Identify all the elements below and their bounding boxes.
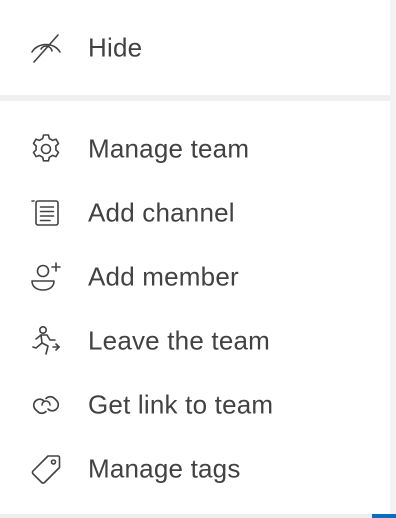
menu-item-get-link[interactable]: Get link to team — [0, 377, 390, 433]
menu-item-label: Add channel — [88, 197, 235, 228]
menu-item-leave-team[interactable]: Leave the team — [0, 313, 390, 369]
menu-shadow-bottom — [0, 514, 390, 518]
tag-icon — [28, 451, 64, 487]
team-context-menu: Hide Manage team Add channel Add member … — [0, 0, 396, 518]
menu-item-label: Manage tags — [88, 453, 241, 484]
channel-list-icon — [28, 195, 64, 231]
gear-icon — [28, 131, 64, 167]
accent-strip — [372, 514, 396, 518]
menu-item-label: Hide — [88, 32, 143, 63]
menu-item-label: Leave the team — [88, 325, 271, 356]
running-person-icon — [28, 323, 64, 359]
menu-item-manage-team[interactable]: Manage team — [0, 121, 390, 177]
menu-item-add-channel[interactable]: Add channel — [0, 185, 390, 241]
menu-item-hide[interactable]: Hide — [0, 20, 390, 76]
menu-item-label: Add member — [88, 261, 239, 292]
eye-off-icon — [28, 30, 64, 66]
menu-item-label: Get link to team — [88, 389, 274, 420]
person-add-icon — [28, 259, 64, 295]
menu-shadow-right — [390, 0, 396, 518]
link-icon — [28, 387, 64, 423]
menu-item-add-member[interactable]: Add member — [0, 249, 390, 305]
menu-item-label: Manage team — [88, 133, 250, 164]
menu-item-manage-tags[interactable]: Manage tags — [0, 441, 390, 497]
menu-divider — [0, 95, 390, 101]
